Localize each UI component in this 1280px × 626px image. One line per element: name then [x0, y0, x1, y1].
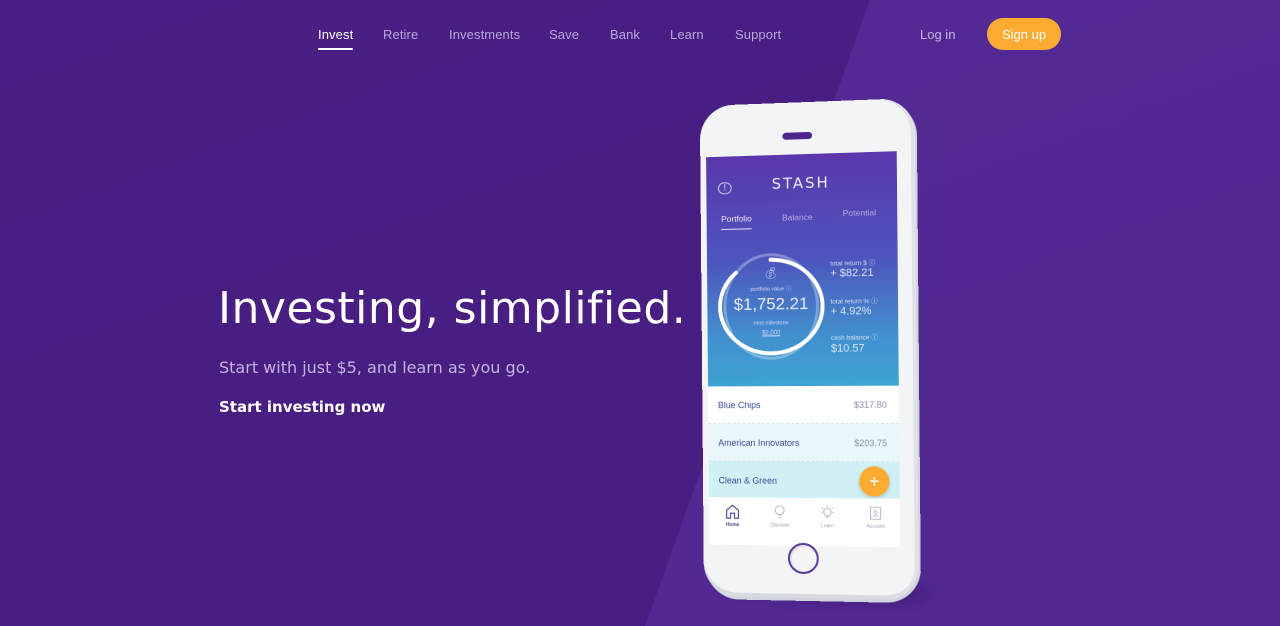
nav-invest[interactable]: Invest [318, 27, 354, 50]
phone-speaker [782, 131, 813, 140]
tab-balance[interactable]: Balance [782, 212, 813, 223]
add-button[interactable]: + [859, 466, 890, 497]
tabbar-label: Home [725, 522, 740, 529]
start-investing-link[interactable]: Start investing now [219, 398, 385, 416]
portfolio-value: $1,752.21 [733, 293, 809, 314]
holding-american-innovators[interactable]: American Innovators $203.75 [708, 423, 900, 463]
login-link[interactable]: Log in [920, 27, 955, 42]
tabbar-label: Learn [821, 523, 834, 530]
nav-bank[interactable]: Bank [610, 27, 640, 42]
signup-button[interactable]: Sign up [987, 18, 1061, 50]
tabbar-learn[interactable]: Learn [807, 504, 847, 547]
cash-balance-value: $10.57 [830, 342, 865, 355]
tab-potential[interactable]: Potential [843, 207, 876, 218]
hero-subtitle: Start with just $5, and learn as you go. [219, 358, 531, 377]
nav-save[interactable]: Save [549, 27, 579, 42]
tabbar-discover[interactable]: Discover [760, 504, 800, 546]
lightbulb-globe-icon [772, 504, 788, 520]
holding-name: Blue Chips [717, 399, 761, 410]
nav-investments[interactable]: Investments [449, 27, 520, 42]
total-return-percent-label: total return % ⓘ [830, 297, 878, 306]
home-icon [725, 503, 741, 519]
milestone-label: next milestone [753, 320, 789, 327]
lightbulb-icon [819, 504, 835, 520]
tabbar-home[interactable]: Home [713, 503, 752, 545]
top-navigation: Invest Retire Investments Save Bank Lear… [0, 0, 1280, 70]
app-tabbar: Home Discover Learn Account [709, 497, 901, 548]
cash-balance-label: cash balance ⓘ [830, 334, 878, 342]
holding-name: American Innovators [718, 437, 800, 448]
tabbar-label: Account [866, 523, 885, 530]
money-bag-icon: 💰︎ [763, 267, 778, 280]
id-badge-icon [867, 505, 883, 521]
tabbar-label: Discover [770, 522, 790, 529]
holding-name: Clean & Green [718, 474, 778, 486]
tab-portfolio[interactable]: Portfolio [721, 213, 752, 224]
holding-blue-chips[interactable]: Blue Chips $317.80 [708, 385, 900, 425]
holding-amount: $317.80 [853, 399, 887, 410]
phone-mockup: ! STASH Portfolio Balance Potential 💰︎ p… [699, 97, 919, 601]
phone-home-button[interactable] [787, 542, 819, 575]
nav-retire[interactable]: Retire [383, 27, 418, 42]
app-logo: STASH [771, 173, 830, 193]
portfolio-ring: 💰︎ portfolio value ⓘ $1,752.21 next mile… [717, 246, 826, 367]
nav-support[interactable]: Support [735, 27, 781, 42]
total-return-dollar-value: + $82.21 [830, 266, 874, 280]
portfolio-header: ! STASH Portfolio Balance Potential 💰︎ p… [706, 151, 899, 387]
tabbar-account[interactable]: Account [855, 504, 896, 547]
holding-amount: $203.75 [854, 437, 888, 448]
portfolio-value-label: portfolio value ⓘ [750, 286, 792, 293]
phone-screen: ! STASH Portfolio Balance Potential 💰︎ p… [706, 151, 901, 548]
milestone-value: $2,000 [762, 330, 781, 337]
hero-title: Investing, simplified. [218, 283, 687, 334]
total-return-percent-value: + 4.92% [830, 305, 872, 318]
nav-learn[interactable]: Learn [670, 27, 704, 42]
